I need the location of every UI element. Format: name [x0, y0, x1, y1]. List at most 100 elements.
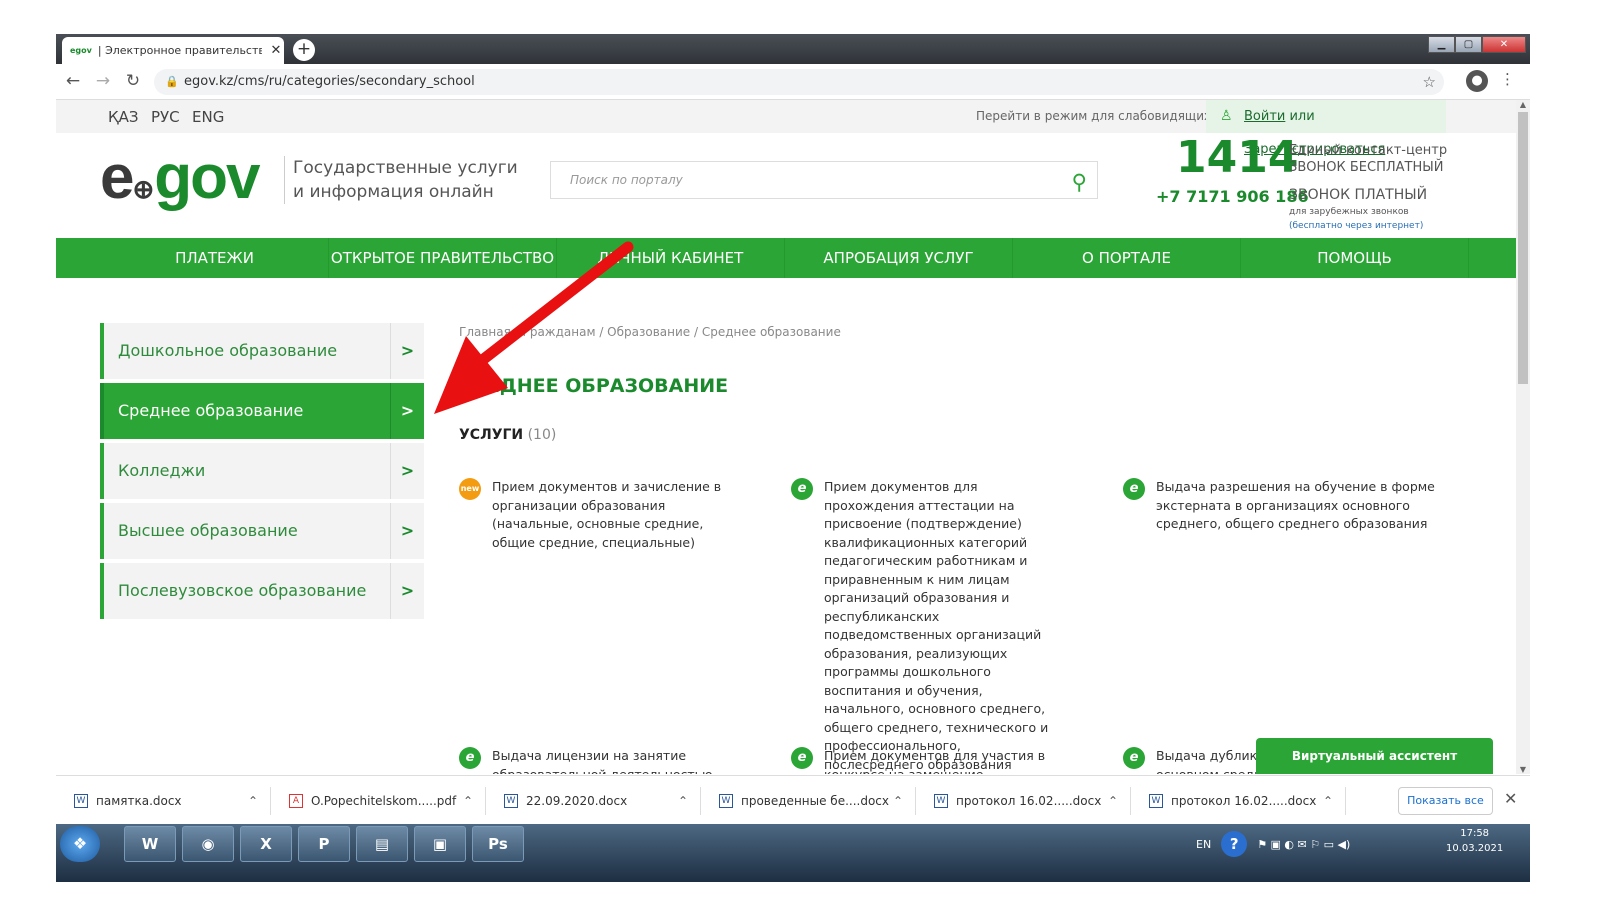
lang-kaz[interactable]: ҚАЗ [108, 108, 139, 126]
chevron-up-icon[interactable]: ⌃ [1108, 787, 1118, 815]
download-item[interactable]: Wпротокол 16.02.....docx ⌃ [1141, 787, 1346, 815]
search-placeholder: Поиск по порталу [570, 173, 683, 187]
service-item[interactable]: e Выдача лицензии на занятие образователь… [459, 747, 731, 774]
services-heading: УСЛУГИ (10) [459, 427, 557, 443]
paid-call-label: ЗВОНОК ПЛАТНЫЙ [1289, 187, 1428, 203]
egov-e-icon: e [791, 478, 813, 500]
powerpoint-app-icon[interactable]: P [298, 826, 350, 862]
new-tab-button[interactable]: + [293, 39, 315, 61]
menu-service-approbation[interactable]: АПРОБАЦИЯ УСЛУГ [785, 238, 1013, 278]
login-box: ♙ Войти или Зарегистрироваться [1206, 100, 1446, 157]
windows-taskbar: ❖ W ◉ X P ▤ ▣ Ps EN ? ⚑ ▣ ◐ ✉ ⚐ ▭ ◀) 17:… [56, 824, 1530, 882]
start-button[interactable]: ❖ [60, 826, 100, 862]
tab-strip: egov | Электронное правительство Р ✕ + ▁… [56, 34, 1530, 64]
bookmark-star-icon[interactable]: ☆ [1423, 69, 1436, 95]
downloads-bar: Wпамятка.docx ⌃ A O.Popechitelskom.....pdf… [56, 775, 1530, 824]
word-file-icon: W [74, 794, 88, 808]
minimize-button[interactable]: ▁ [1428, 36, 1455, 53]
menu-help[interactable]: ПОМОЩЬ [1241, 238, 1469, 278]
search-icon[interactable]: ⚲ [1072, 164, 1087, 200]
lang-rus[interactable]: РУС [151, 108, 180, 126]
search-input[interactable]: Поиск по порталу ⚲ [550, 161, 1098, 199]
menu-about-portal[interactable]: О ПОРТАЛЕ [1013, 238, 1241, 278]
service-item[interactable]: e Прием документов для прохождения аттест… [791, 478, 1063, 774]
forward-icon[interactable]: → [92, 71, 114, 91]
url-field[interactable]: 🔒 egov.kz/cms/ru/categories/secondary_sc… [154, 69, 1444, 95]
browser-tab[interactable]: egov | Электронное правительство Р ✕ [62, 37, 284, 64]
download-item[interactable]: A O.Popechitelskom.....pdf ⌃ [281, 787, 486, 815]
back-icon[interactable]: ← [62, 71, 84, 91]
chevron-up-icon[interactable]: ⌃ [248, 787, 258, 815]
chevron-right-icon: > [390, 503, 424, 559]
help-icon[interactable]: ? [1221, 831, 1248, 857]
scroll-down-icon[interactable]: ▼ [1516, 765, 1530, 774]
reload-icon[interactable]: ↻ [122, 71, 144, 91]
breadcrumb[interactable]: Главная / Гражданам / Образование / Сред… [459, 325, 841, 339]
show-all-button[interactable]: Показать все [1398, 787, 1493, 815]
profile-avatar-icon[interactable]: ● [1466, 70, 1488, 92]
impaired-mode-link[interactable]: Перейти в режим для слабовидящих [976, 109, 1211, 123]
url-text: egov.kz/cms/ru/categories/secondary_scho… [184, 74, 475, 89]
download-item[interactable]: W 22.09.2020.docx ⌃ [496, 787, 701, 815]
paid-phone: +7 7171 906 186 [1156, 187, 1309, 206]
word-app-icon[interactable]: W [124, 826, 176, 862]
vertical-scrollbar[interactable]: ▲ ▼ [1516, 100, 1530, 774]
internet-calls-link[interactable]: (бесплатно через интернет) [1289, 221, 1423, 231]
chevron-up-icon[interactable]: ⌃ [1323, 787, 1333, 815]
menu-open-government[interactable]: ОТКРЫТОЕ ПРАВИТЕЛЬСТВО [329, 238, 557, 278]
sidebar-item-preschool[interactable]: Дошкольное образование > [100, 323, 424, 379]
pdf-file-icon: A [289, 794, 303, 808]
photoshop-app-icon[interactable]: Ps [472, 826, 524, 862]
menu-payments[interactable]: ПЛАТЕЖИ [101, 238, 329, 278]
clock[interactable]: 17:58 10.03.2021 [1446, 826, 1503, 856]
chevron-right-icon: > [390, 323, 424, 379]
page-title: СРЕДНЕЕ ОБРАЗОВАНИЕ [459, 375, 729, 397]
tab-close-icon[interactable]: ✕ [268, 43, 284, 58]
lock-icon: 🔒 [165, 75, 179, 88]
virtual-assistant-button[interactable]: Виртуальный ассистент [1256, 738, 1493, 774]
contact-number: 1414 [1176, 132, 1299, 183]
explorer-app-icon[interactable]: ▤ [356, 826, 408, 862]
close-downloads-icon[interactable]: ✕ [1504, 789, 1517, 808]
input-language[interactable]: EN [1196, 838, 1211, 851]
top-strip: ҚАЗ РУС ENG Перейти в режим для слабовид… [56, 100, 1516, 157]
sidebar-item-colleges[interactable]: Колледжи > [100, 443, 424, 499]
scroll-up-icon[interactable]: ▲ [1516, 100, 1530, 109]
sidebar-item-secondary[interactable]: Среднее образование > [100, 383, 424, 439]
chrome-app-icon[interactable]: ◉ [182, 826, 234, 862]
system-tray: EN ? ⚑ ▣ ◐ ✉ ⚐ ▭ ◀) [1196, 826, 1350, 862]
egov-e-icon: e [459, 747, 481, 769]
egov-e-icon: e [1123, 747, 1145, 769]
login-link[interactable]: Войти [1244, 109, 1285, 124]
tab-title: | Электронное правительство Р [97, 44, 262, 57]
lang-eng[interactable]: ENG [192, 108, 224, 126]
service-item[interactable]: e Выдача разрешения на обучение в форме э… [1123, 478, 1443, 534]
menu-personal-cabinet[interactable]: ЛИЧНЫЙ КАБИНЕТ [557, 238, 785, 278]
chevron-up-icon[interactable]: ⌃ [893, 787, 903, 815]
window-close-button[interactable]: ✕ [1482, 36, 1526, 53]
chevron-up-icon[interactable]: ⌃ [678, 787, 688, 815]
download-item[interactable]: Wпротокол 16.02.....docx ⌃ [926, 787, 1131, 815]
menu-dots-icon[interactable]: ⋮ [1500, 70, 1515, 88]
contact-center-label: Единый контакт-центр ЗВОНОК БЕСПЛАТНЫЙ [1289, 143, 1448, 175]
chevron-right-icon: > [390, 563, 424, 619]
service-item[interactable]: new Прием документов и зачисление в орган… [459, 478, 731, 552]
service-item[interactable]: e Прием документов для участия в конкурсе… [791, 747, 1063, 774]
main-menu: ПЛАТЕЖИ ОТКРЫТОЕ ПРАВИТЕЛЬСТВО ЛИЧНЫЙ КА… [56, 238, 1516, 278]
word-file-icon: W [934, 794, 948, 808]
download-item[interactable]: Wпамятка.docx ⌃ [66, 787, 271, 815]
download-item[interactable]: Wпроведенные бе....docx ⌃ [711, 787, 916, 815]
chevron-up-icon[interactable]: ⌃ [463, 787, 473, 815]
excel-app-icon[interactable]: X [240, 826, 292, 862]
tray-icons[interactable]: ⚑ ▣ ◐ ✉ ⚐ ▭ ◀) [1257, 838, 1350, 851]
egov-e-icon: e [791, 747, 813, 769]
maximize-button[interactable]: ▢ [1455, 36, 1482, 53]
word-file-icon: W [719, 794, 733, 808]
chevron-right-icon: > [390, 443, 424, 499]
word-file-icon: W [1149, 794, 1163, 808]
image-viewer-app-icon[interactable]: ▣ [414, 826, 466, 862]
scroll-thumb[interactable] [1518, 112, 1528, 384]
egov-logo[interactable]: e⊕gov [100, 146, 261, 221]
sidebar-item-postgraduate[interactable]: Послевузовское образование > [100, 563, 424, 619]
sidebar-item-higher[interactable]: Высшее образование > [100, 503, 424, 559]
